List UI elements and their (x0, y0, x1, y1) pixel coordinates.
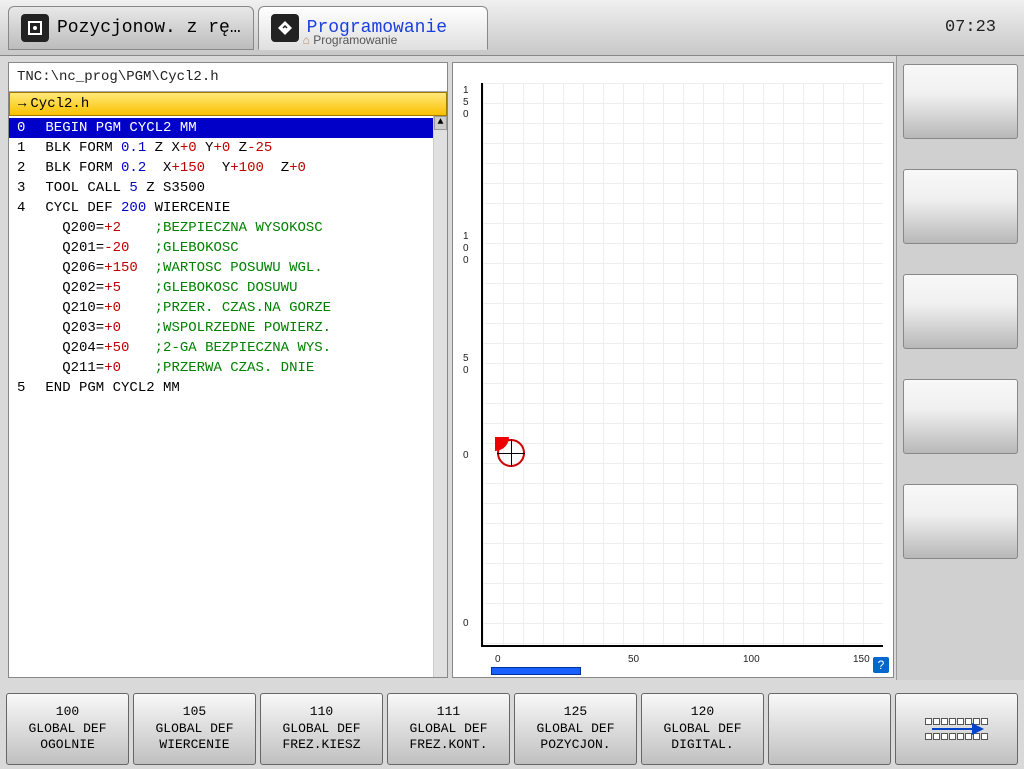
code-line[interactable]: 4 CYCL DEF 200 WIERCENIE (9, 198, 433, 218)
top-bar: Pozycjonow. z rę… Programowanie ⌂ Progra… (0, 0, 1024, 56)
code-line[interactable]: 5 END PGM CYCL2 MM (9, 378, 433, 398)
code-pane: TNC:\nc_prog\PGM\Cycl2.h →Cycl2.h 0 BEGI… (8, 62, 448, 678)
grid-background (483, 83, 883, 647)
origin-marker (497, 439, 525, 467)
help-icon[interactable]: ? (873, 657, 889, 673)
code-line[interactable]: Q200=+2 ;BEZPIECZNA WYSOKOSC (9, 218, 433, 238)
code-line[interactable]: Q210=+0 ;PRZER. CZAS.NA GORZE (9, 298, 433, 318)
file-path: TNC:\nc_prog\PGM\Cycl2.h (9, 63, 447, 92)
graphic-preview[interactable]: 0 1 5 0 1 0 0 5 0 0 0 50 100 150 ? (452, 62, 894, 678)
softkey-110[interactable]: 110GLOBAL DEFFREZ.KIESZ (260, 693, 383, 765)
main-area: TNC:\nc_prog\PGM\Cycl2.h →Cycl2.h 0 BEGI… (0, 56, 1024, 680)
code-line[interactable]: 2 BLK FORM 0.2 X+150 Y+100 Z+0 (9, 158, 433, 178)
code-line[interactable]: Q202=+5 ;GLEBOKOSC DOSUWU (9, 278, 433, 298)
graphic-scrollbar[interactable] (491, 667, 581, 675)
code-line[interactable]: Q201=-20 ;GLEBOKOSC (9, 238, 433, 258)
side-button-1[interactable] (903, 64, 1018, 139)
softkey-empty[interactable] (768, 693, 891, 765)
softkey-105[interactable]: 105GLOBAL DEFWIERCENIE (133, 693, 256, 765)
softkey-100[interactable]: 100GLOBAL DEFOGOLNIE (6, 693, 129, 765)
code-line[interactable]: Q203=+0 ;WSPOLRZEDNE POWIERZ. (9, 318, 433, 338)
scrollbar-vertical[interactable]: ▲ (433, 116, 447, 677)
clock: 07:23 (945, 18, 1016, 37)
tab-programming[interactable]: Programowanie ⌂ Programowanie (258, 6, 488, 50)
arrow-right-icon (932, 728, 982, 730)
softkey-120[interactable]: 120GLOBAL DEFDIGITAL. (641, 693, 764, 765)
side-button-2[interactable] (903, 169, 1018, 244)
code-line[interactable]: 0 BEGIN PGM CYCL2 MM (9, 118, 433, 138)
softkey-111[interactable]: 111GLOBAL DEFFREZ.KONT. (387, 693, 510, 765)
axis-x (481, 645, 883, 647)
axis-y (481, 83, 483, 647)
y-origin-label: 0 (463, 450, 469, 461)
tab-positioning[interactable]: Pozycjonow. z rę… (8, 6, 254, 50)
file-tab[interactable]: →Cycl2.h (9, 92, 447, 116)
code-line[interactable]: 1 BLK FORM 0.1 Z X+0 Y+0 Z-25 (9, 138, 433, 158)
side-button-5[interactable] (903, 484, 1018, 559)
code-line[interactable]: 3 TOOL CALL 5 Z S3500 (9, 178, 433, 198)
tab-icon (21, 14, 49, 42)
softkey-next-page[interactable] (895, 693, 1018, 765)
side-button-3[interactable] (903, 274, 1018, 349)
right-sidebar (896, 56, 1024, 680)
tab-subtitle: ⌂ Programowanie (303, 33, 398, 47)
side-button-4[interactable] (903, 379, 1018, 454)
softkey-bar: 100GLOBAL DEFOGOLNIE 105GLOBAL DEFWIERCE… (6, 693, 1018, 765)
file-name: Cycl2.h (30, 96, 89, 112)
code-line[interactable]: Q204=+50 ;2-GA BEZPIECZNA WYS. (9, 338, 433, 358)
code-editor[interactable]: 0 BEGIN PGM CYCL2 MM1 BLK FORM 0.1 Z X+0… (9, 116, 433, 677)
tab-icon (271, 14, 299, 42)
softkey-125[interactable]: 125GLOBAL DEFPOZYCJON. (514, 693, 637, 765)
tab-label: Pozycjonow. z rę… (57, 18, 241, 38)
code-line[interactable]: Q211=+0 ;PRZERWA CZAS. DNIE (9, 358, 433, 378)
code-line[interactable]: Q206=+150 ;WARTOSC POSUWU WGL. (9, 258, 433, 278)
